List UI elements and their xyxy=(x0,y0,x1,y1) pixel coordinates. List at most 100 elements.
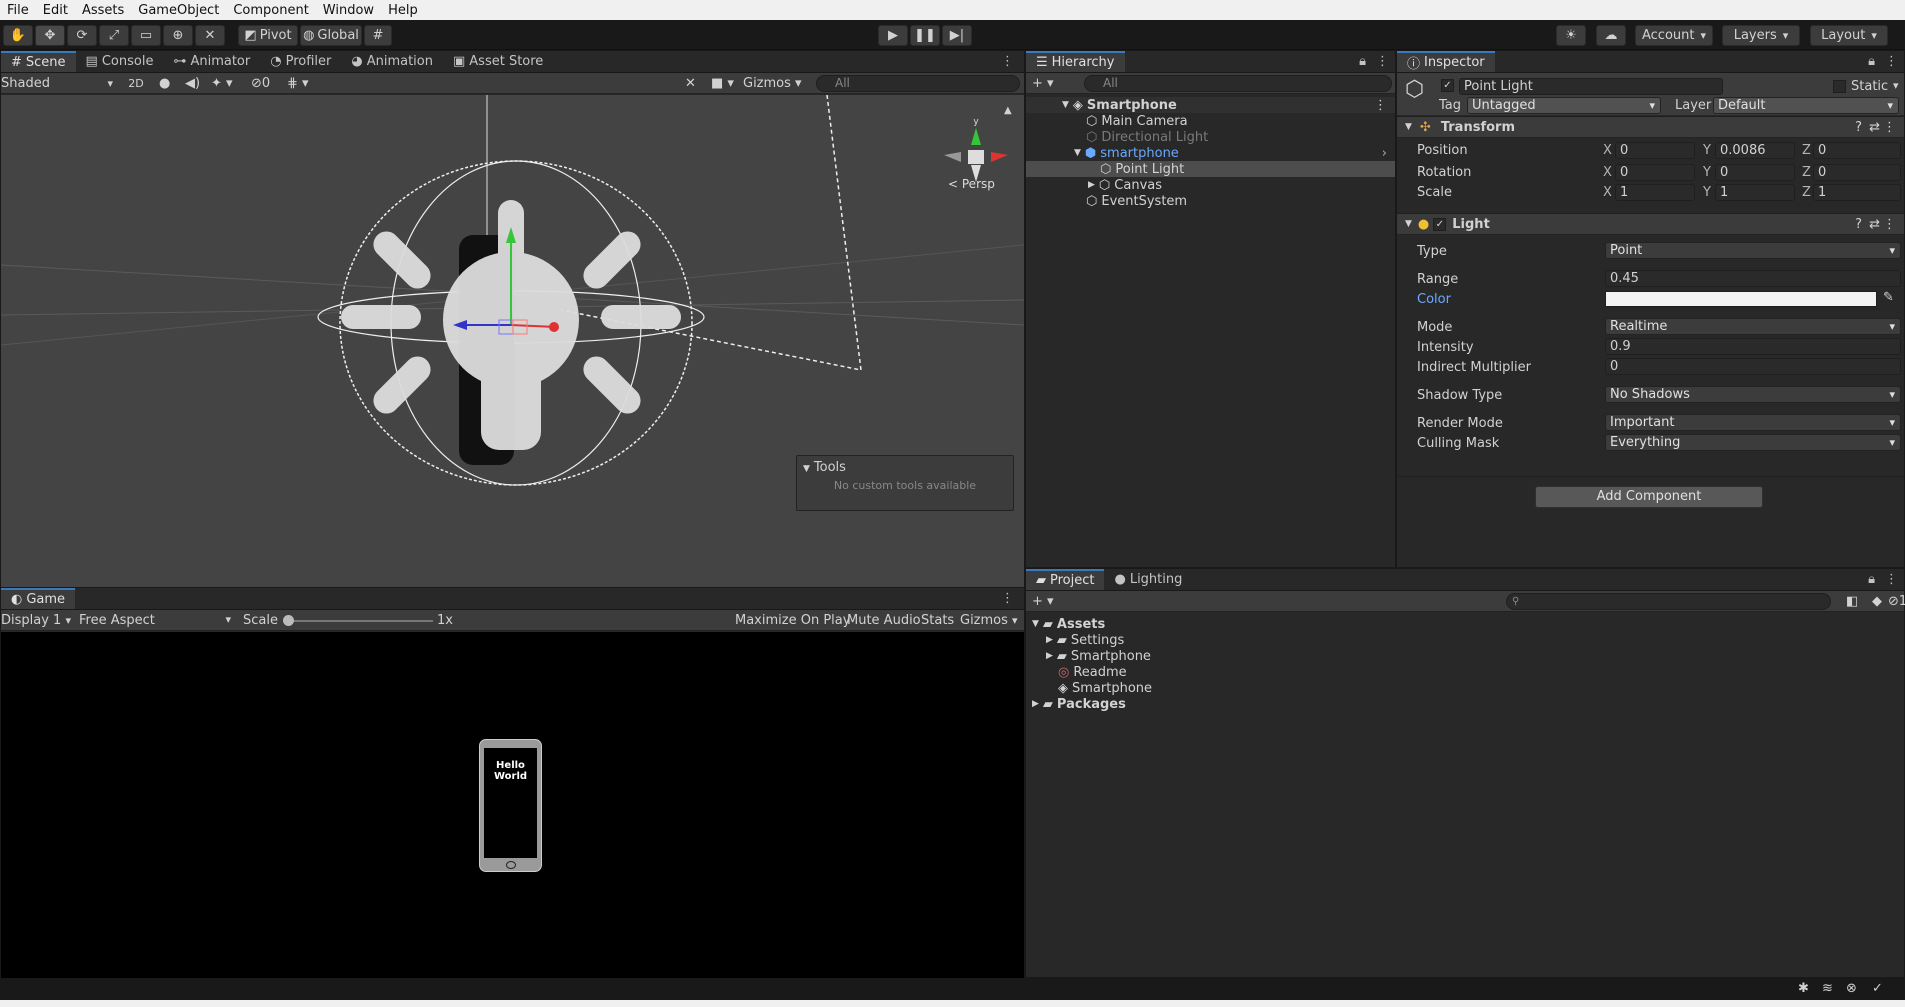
create-dropdown[interactable]: + ▾ xyxy=(1032,76,1054,91)
aspect-dropdown[interactable]: Free Aspect ▾ xyxy=(79,613,235,628)
tab-asset-store[interactable]: ▣ Asset Store xyxy=(443,51,553,72)
project-item-smartphone-scene[interactable]: ◈ Smartphone xyxy=(1026,680,1904,696)
light-header[interactable]: ▼ ● ✓ Light ? ⇄ ⋮ xyxy=(1397,213,1904,235)
help-icon[interactable]: ? xyxy=(1855,217,1862,232)
effects-dropdown[interactable]: ✦ ▾ xyxy=(211,76,233,91)
stats-toggle[interactable]: Stats xyxy=(921,613,954,628)
menu-gameobject[interactable]: GameObject xyxy=(131,3,226,18)
menu-window[interactable]: Window xyxy=(316,3,381,18)
menu-component[interactable]: Component xyxy=(226,3,315,18)
transform-header[interactable]: ▼ ✣ Transform ? ⇄ ⋮ xyxy=(1397,116,1904,138)
triangle-right-icon[interactable]: ▶ xyxy=(1046,635,1053,645)
hierarchy-lock-button[interactable]: 🔒︎ xyxy=(1355,51,1370,72)
project-search-input[interactable]: ⚲ xyxy=(1506,593,1831,610)
project-item-readme[interactable]: ◎ Readme xyxy=(1026,664,1904,680)
position-y-field[interactable]: 0.0086 xyxy=(1715,142,1795,159)
preset-icon[interactable]: ⇄ xyxy=(1869,217,1880,232)
shading-dropdown[interactable]: Shaded ▾ xyxy=(1,73,119,94)
position-z-field[interactable]: 0 xyxy=(1813,142,1901,159)
play-button[interactable]: ▶ xyxy=(878,25,908,46)
kebab-icon[interactable]: ⋮ xyxy=(1374,98,1387,113)
add-component-button[interactable]: Add Component xyxy=(1535,486,1763,508)
display-dropdown[interactable]: Display 1 ▾ xyxy=(1,613,73,628)
tab-console[interactable]: ▤ Console xyxy=(76,51,164,72)
mute-audio-toggle[interactable]: Mute Audio xyxy=(847,613,921,628)
hierarchy-item-smartphone[interactable]: ▼ ⬢ smartphone › xyxy=(1026,145,1395,161)
scale-slider-thumb[interactable] xyxy=(283,615,294,626)
intensity-field[interactable]: 0.9 xyxy=(1605,338,1901,355)
static-checkbox[interactable] xyxy=(1833,80,1846,93)
project-create-dropdown[interactable]: + ▾ xyxy=(1032,594,1054,609)
help-icon[interactable]: ? xyxy=(1855,120,1862,135)
scale-z-field[interactable]: 1 xyxy=(1813,184,1901,201)
debug-icon[interactable]: ⊗ xyxy=(1846,981,1857,996)
position-x-field[interactable]: 0 xyxy=(1615,142,1695,159)
rotate-tool-button[interactable]: ⟳ xyxy=(67,25,97,46)
scene-viewport[interactable]: y ▲ < Persp ▼ Tools No custom tools avail… xyxy=(1,95,1024,587)
kebab-icon[interactable]: ⋮ xyxy=(1883,217,1896,232)
chevron-right-icon[interactable]: › xyxy=(1382,146,1387,161)
hierarchy-item-point-light[interactable]: ⬡ Point Light xyxy=(1026,161,1395,177)
project-menu-button[interactable]: ⋮ xyxy=(1879,569,1904,590)
tab-profiler[interactable]: ◔ Profiler xyxy=(260,51,341,72)
search-by-type-icon[interactable]: ◧ xyxy=(1846,594,1858,609)
chevron-down-icon[interactable]: ▾ xyxy=(1893,79,1899,92)
layer-dropdown[interactable]: Default xyxy=(1713,97,1899,114)
tab-inspector[interactable]: ⓘ Inspector xyxy=(1397,51,1495,72)
tab-game[interactable]: ◐ Game xyxy=(1,588,76,609)
scale-x-field[interactable]: 1 xyxy=(1615,184,1695,201)
tools-overlay-header[interactable]: ▼ Tools xyxy=(797,456,1013,479)
game-menu-button[interactable]: ⋮ xyxy=(991,588,1024,609)
tab-animation[interactable]: ◕ Animation xyxy=(341,51,443,72)
layers-dropdown[interactable]: Layers xyxy=(1722,25,1800,46)
global-toggle[interactable]: ◍ Global xyxy=(300,25,362,46)
gizmos-dropdown[interactable]: Gizmos ▾ xyxy=(743,76,802,91)
game-gizmos-dropdown[interactable]: Gizmos ▾ xyxy=(960,613,1018,628)
bug-icon[interactable]: ✱ xyxy=(1798,981,1809,996)
tab-hierarchy[interactable]: ☰ Hierarchy xyxy=(1026,51,1125,72)
triangle-down-icon[interactable]: ▼ xyxy=(1074,148,1081,158)
lighting-toggle[interactable]: ● xyxy=(159,76,170,91)
tab-lighting[interactable]: ● Lighting xyxy=(1104,569,1192,590)
pivot-toggle[interactable]: ◩ Pivot xyxy=(238,25,298,46)
triangle-right-icon[interactable]: ▶ xyxy=(1032,699,1039,709)
grid-dropdown[interactable]: ⋕ ▾ xyxy=(287,76,309,91)
type-dropdown[interactable]: Point xyxy=(1605,242,1901,259)
scene-menu-button[interactable]: ⋮ xyxy=(991,51,1024,72)
project-item-smartphone-folder[interactable]: ▶ ▰ Smartphone xyxy=(1026,648,1904,664)
range-field[interactable]: 0.45 xyxy=(1605,270,1901,287)
object-name-field[interactable]: Point Light xyxy=(1459,78,1723,95)
account-dropdown[interactable]: Account xyxy=(1635,25,1713,46)
menu-help[interactable]: Help xyxy=(381,3,425,18)
tab-project[interactable]: ▰ Project xyxy=(1026,569,1105,590)
triangle-down-icon[interactable]: ▼ xyxy=(1032,619,1039,629)
pause-button[interactable]: ❚❚ xyxy=(910,25,940,46)
scene-search-input[interactable]: All xyxy=(816,75,1020,92)
rotation-z-field[interactable]: 0 xyxy=(1813,164,1901,181)
hand-tool-button[interactable]: ✋ xyxy=(3,25,33,46)
2d-toggle[interactable]: 2D xyxy=(123,77,149,90)
menu-assets[interactable]: Assets xyxy=(75,3,131,18)
project-item-settings[interactable]: ▶ ▰ Settings xyxy=(1026,632,1904,648)
transform-tool-button[interactable]: ⊕ xyxy=(163,25,193,46)
hierarchy-item-eventsystem[interactable]: ⬡ EventSystem xyxy=(1026,193,1395,209)
move-tool-button[interactable]: ✥ xyxy=(35,25,65,46)
mode-dropdown[interactable]: Realtime xyxy=(1605,318,1901,335)
scale-tool-button[interactable]: ⤢ xyxy=(99,25,129,46)
hierarchy-item-main-camera[interactable]: ⬡ Main Camera xyxy=(1026,113,1395,129)
eyedropper-icon[interactable]: ✎ xyxy=(1883,290,1894,305)
preset-icon[interactable]: ⇄ xyxy=(1869,120,1880,135)
inspector-menu-button[interactable]: ⋮ xyxy=(1879,51,1904,72)
light-enabled-checkbox[interactable]: ✓ xyxy=(1433,217,1447,231)
color-field[interactable] xyxy=(1605,291,1877,307)
persp-label[interactable]: < Persp xyxy=(948,177,995,191)
audio-toggle[interactable]: ◀) xyxy=(185,76,200,91)
hierarchy-item-directional-light[interactable]: ⬡ Directional Light xyxy=(1026,129,1395,145)
culling-mask-dropdown[interactable]: Everything xyxy=(1605,434,1901,451)
shadow-type-dropdown[interactable]: No Shadows xyxy=(1605,386,1901,403)
scene-root-row[interactable]: ▼ ◈ Smartphone ⋮ xyxy=(1026,97,1395,113)
cloud-button[interactable]: ☁ xyxy=(1596,25,1626,46)
custom-tool-button[interactable]: ✕ xyxy=(195,25,225,46)
triangle-right-icon[interactable]: ▶ xyxy=(1046,651,1053,661)
tab-animator[interactable]: ⊶ Animator xyxy=(163,51,260,72)
